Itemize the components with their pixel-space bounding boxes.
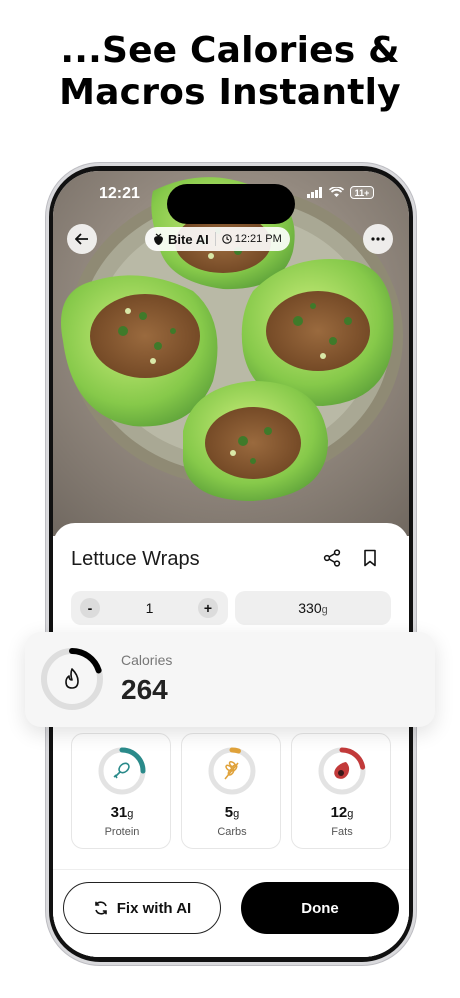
more-icon: [371, 237, 385, 241]
refresh-icon: [94, 901, 107, 915]
share-icon[interactable]: [323, 549, 341, 567]
carbs-unit: g: [233, 808, 240, 820]
protein-ring: [98, 747, 146, 795]
food-title: Lettuce Wraps: [71, 548, 200, 570]
photo-timestamp: 12:21 PM: [234, 233, 282, 245]
wheat-icon: [224, 761, 239, 780]
fats-label: Fats: [331, 826, 353, 838]
status-time: 12:21: [99, 185, 140, 202]
calories-label: Calories: [121, 652, 173, 668]
signal-icon: [307, 187, 322, 198]
status-bar: 12:21 11+: [53, 171, 409, 224]
brand-label: Bite AI: [168, 231, 209, 247]
macro-card-protein: 31g Protein: [71, 733, 171, 849]
calories-value: 264: [121, 674, 168, 705]
avocado-icon: [334, 762, 350, 779]
done-button[interactable]: Done: [241, 882, 399, 934]
weight-field[interactable]: 330g: [235, 591, 391, 625]
carbs-label: Carbs: [217, 826, 247, 838]
more-button[interactable]: [363, 224, 393, 254]
battery-icon: 11+: [350, 186, 374, 199]
bite-ai-pill: Bite AI 12:21 PM: [145, 227, 290, 251]
headline-line2: Macros Instantly: [59, 72, 401, 113]
carbs-ring: [208, 747, 256, 795]
drumstick-icon: [113, 762, 130, 779]
status-icons: 11+: [307, 186, 374, 199]
weight-value: 330: [298, 600, 322, 616]
wifi-icon: [329, 187, 344, 197]
back-button[interactable]: [67, 224, 97, 254]
clock-icon: [221, 234, 232, 244]
phone-screen: 12:21 11+ Bite AI 12:21 PM Lettuce Wraps: [53, 171, 409, 957]
calorie-card: Calories 264: [25, 632, 435, 727]
detail-sheet: Lettuce Wraps - 1 + 330g 31g Protein 5g …: [53, 523, 409, 957]
fats-unit: g: [347, 808, 354, 820]
protein-label: Protein: [104, 826, 140, 838]
headline: ...See Calories & Macros Instantly: [0, 30, 460, 114]
flame-icon: [65, 668, 79, 689]
back-arrow-icon: [75, 233, 88, 245]
increment-button[interactable]: +: [198, 598, 218, 618]
quantity-stepper: - 1 +: [71, 591, 228, 625]
protein-unit: g: [127, 808, 134, 820]
protein-value: 31: [110, 804, 128, 821]
macro-card-fats: 12g Fats: [291, 733, 391, 849]
calorie-ring: [41, 648, 103, 710]
bookmark-icon[interactable]: [363, 549, 377, 567]
bottom-action-bar: Fix with AI Done: [53, 869, 409, 957]
macro-card-carbs: 5g Carbs: [181, 733, 281, 849]
headline-line1: ...See Calories &: [60, 30, 400, 71]
fix-with-ai-button[interactable]: Fix with AI: [63, 882, 221, 934]
fix-with-ai-label: Fix with AI: [116, 899, 192, 917]
dynamic-island: [167, 184, 295, 224]
food-photo: [53, 171, 409, 536]
strawberry-icon: [154, 233, 163, 245]
done-label: Done: [301, 899, 339, 917]
fats-value: 12: [330, 804, 348, 821]
weight-unit: g: [321, 604, 328, 616]
carbs-value: 5: [224, 804, 234, 821]
fats-ring: [318, 747, 366, 795]
